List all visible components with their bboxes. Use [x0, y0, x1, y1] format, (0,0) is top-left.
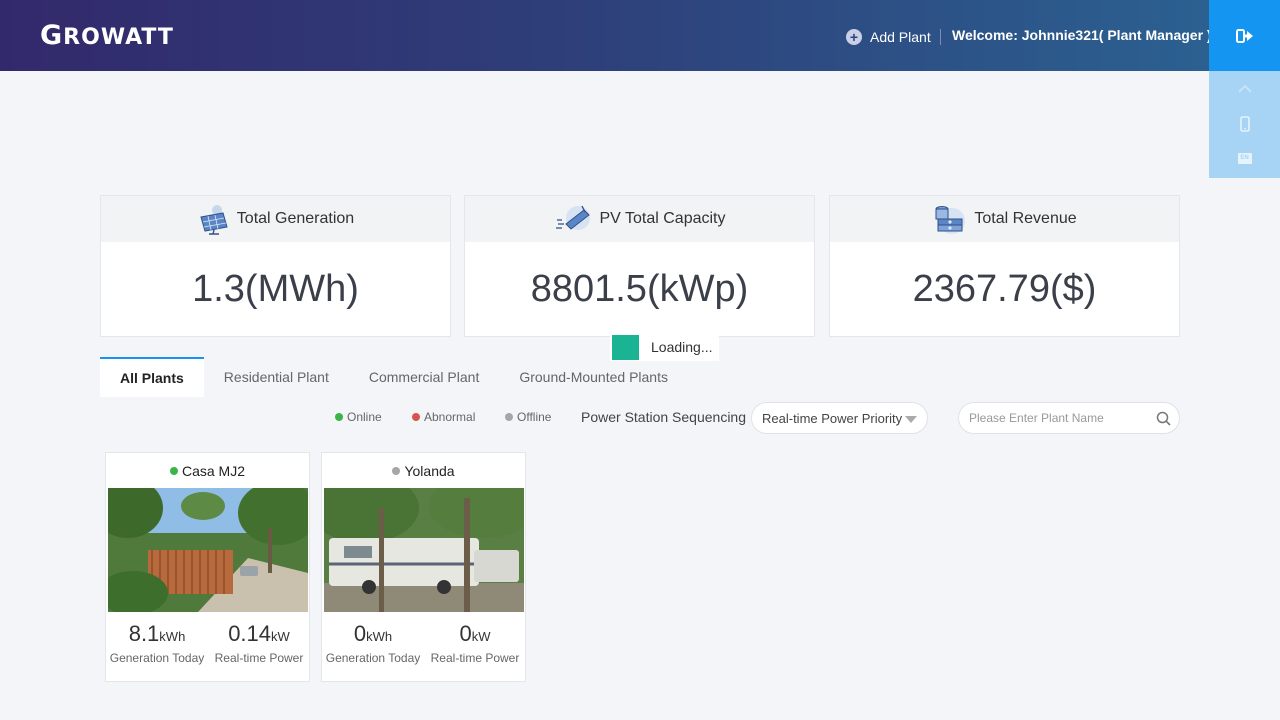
stat-value-total-generation: 1.3(MWh): [192, 267, 359, 310]
add-plant-button[interactable]: + Add Plant: [846, 29, 931, 45]
logo-initial: G: [40, 20, 64, 51]
stat-card-pv-total-capacity: PV Total Capacity 8801.5(kWp): [464, 195, 815, 337]
legend-abnormal-label: Abnormal: [424, 410, 476, 424]
plant-search: [958, 402, 1180, 434]
loading-text: Loading...: [651, 339, 713, 355]
stat-label: Total Revenue: [974, 210, 1077, 227]
plant-name: Casa MJ2: [181, 463, 246, 479]
filter-bar: Online Abnormal Offline Power Station Se…: [0, 402, 1280, 434]
plant-type-tabs: All Plants Residential Plant Commercial …: [100, 357, 688, 397]
online-dot-icon: [335, 413, 343, 421]
legend-online-label: Online: [347, 410, 382, 424]
legend-offline[interactable]: Offline: [505, 410, 551, 424]
realtime-power-metric: 0.14kW Real-time Power: [208, 621, 310, 665]
sequencing-selected-value: Real-time Power Priority: [762, 411, 903, 426]
side-toolbar: EN: [1209, 71, 1280, 178]
realtime-power-metric: 0kW Real-time Power: [424, 621, 526, 665]
plant-search-input[interactable]: [969, 411, 1149, 425]
mobile-phone-icon: [1239, 115, 1250, 132]
tab-ground-mounted-plants[interactable]: Ground-Mounted Plants: [499, 357, 688, 397]
tab-residential-plant[interactable]: Residential Plant: [204, 357, 349, 397]
generation-today-metric: 8.1kWh Generation Today: [106, 621, 208, 665]
generation-label: Generation Today: [109, 651, 205, 665]
generation-unit: kWh: [159, 629, 186, 644]
solar-panel-icon: [197, 203, 231, 235]
language-button[interactable]: EN: [1209, 141, 1280, 176]
language-icon: EN: [1237, 153, 1252, 164]
search-icon[interactable]: [1156, 411, 1171, 431]
growatt-logo[interactable]: GROWATT: [40, 20, 174, 51]
power-value: 0.14: [228, 621, 272, 646]
offline-status-icon: [392, 467, 401, 475]
stat-value-total-revenue: 2367.79($): [912, 267, 1097, 310]
generation-today-metric: 0kWh Generation Today: [322, 621, 424, 665]
online-status-icon: [169, 467, 178, 475]
logout-icon: [1235, 28, 1253, 43]
logo-text: ROWATT: [63, 25, 174, 50]
generation-value: 0: [353, 621, 367, 646]
caret-down-icon: [905, 416, 917, 423]
top-header: GROWATT + Add Plant Welcome: Johnnie321(…: [0, 0, 1280, 71]
pv-capacity-icon: [554, 204, 594, 234]
stat-card-total-revenue: Total Revenue 2367.79($): [829, 195, 1180, 337]
sequencing-select[interactable]: Real-time Power Priority: [751, 402, 928, 434]
legend-offline-label: Offline: [517, 410, 552, 424]
power-unit: kW: [471, 629, 491, 644]
logout-button[interactable]: [1209, 0, 1280, 71]
plus-circle-icon: +: [846, 29, 862, 45]
plant-card-yolanda[interactable]: Yolanda 0kWh Generation Today 0kW Real-t…: [321, 452, 526, 682]
stat-label: Total Generation: [236, 210, 355, 227]
plant-name: Yolanda: [404, 463, 455, 479]
legend-online[interactable]: Online: [335, 410, 382, 424]
tab-all-plants[interactable]: All Plants: [100, 357, 204, 397]
sequencing-label: Power Station Sequencing: [581, 409, 746, 425]
generation-value: 8.1: [128, 621, 160, 646]
mobile-app-button[interactable]: [1209, 106, 1280, 141]
abnormal-dot-icon: [412, 413, 420, 421]
stat-label: PV Total Capacity: [599, 210, 726, 227]
scroll-top-button[interactable]: [1209, 71, 1280, 106]
tab-commercial-plant[interactable]: Commercial Plant: [349, 357, 499, 397]
plant-card-casa-mj2[interactable]: Casa MJ2 8.1kWh Generation Today 0.14kW …: [105, 452, 310, 682]
stat-value-pv-total-capacity: 8801.5(kWp): [530, 267, 749, 310]
power-label: Real-time Power: [430, 651, 520, 665]
add-plant-label: Add Plant: [870, 29, 931, 45]
money-stack-icon: [932, 203, 968, 235]
plant-photo: [324, 488, 524, 612]
offline-dot-icon: [505, 413, 513, 421]
plant-photo: [108, 488, 308, 612]
welcome-user[interactable]: Welcome: Johnnie321( Plant Manager ): [952, 27, 1212, 43]
power-value: 0: [459, 621, 472, 646]
generation-label: Generation Today: [325, 651, 421, 665]
chevron-up-icon: [1237, 84, 1252, 93]
power-label: Real-time Power: [214, 651, 304, 665]
header-divider: [940, 29, 941, 45]
power-unit: kW: [271, 629, 290, 644]
loading-spinner-icon: [612, 334, 639, 360]
stat-card-total-generation: Total Generation 1.3(MWh): [100, 195, 451, 337]
generation-unit: kWh: [366, 629, 393, 644]
legend-abnormal[interactable]: Abnormal: [412, 410, 475, 424]
